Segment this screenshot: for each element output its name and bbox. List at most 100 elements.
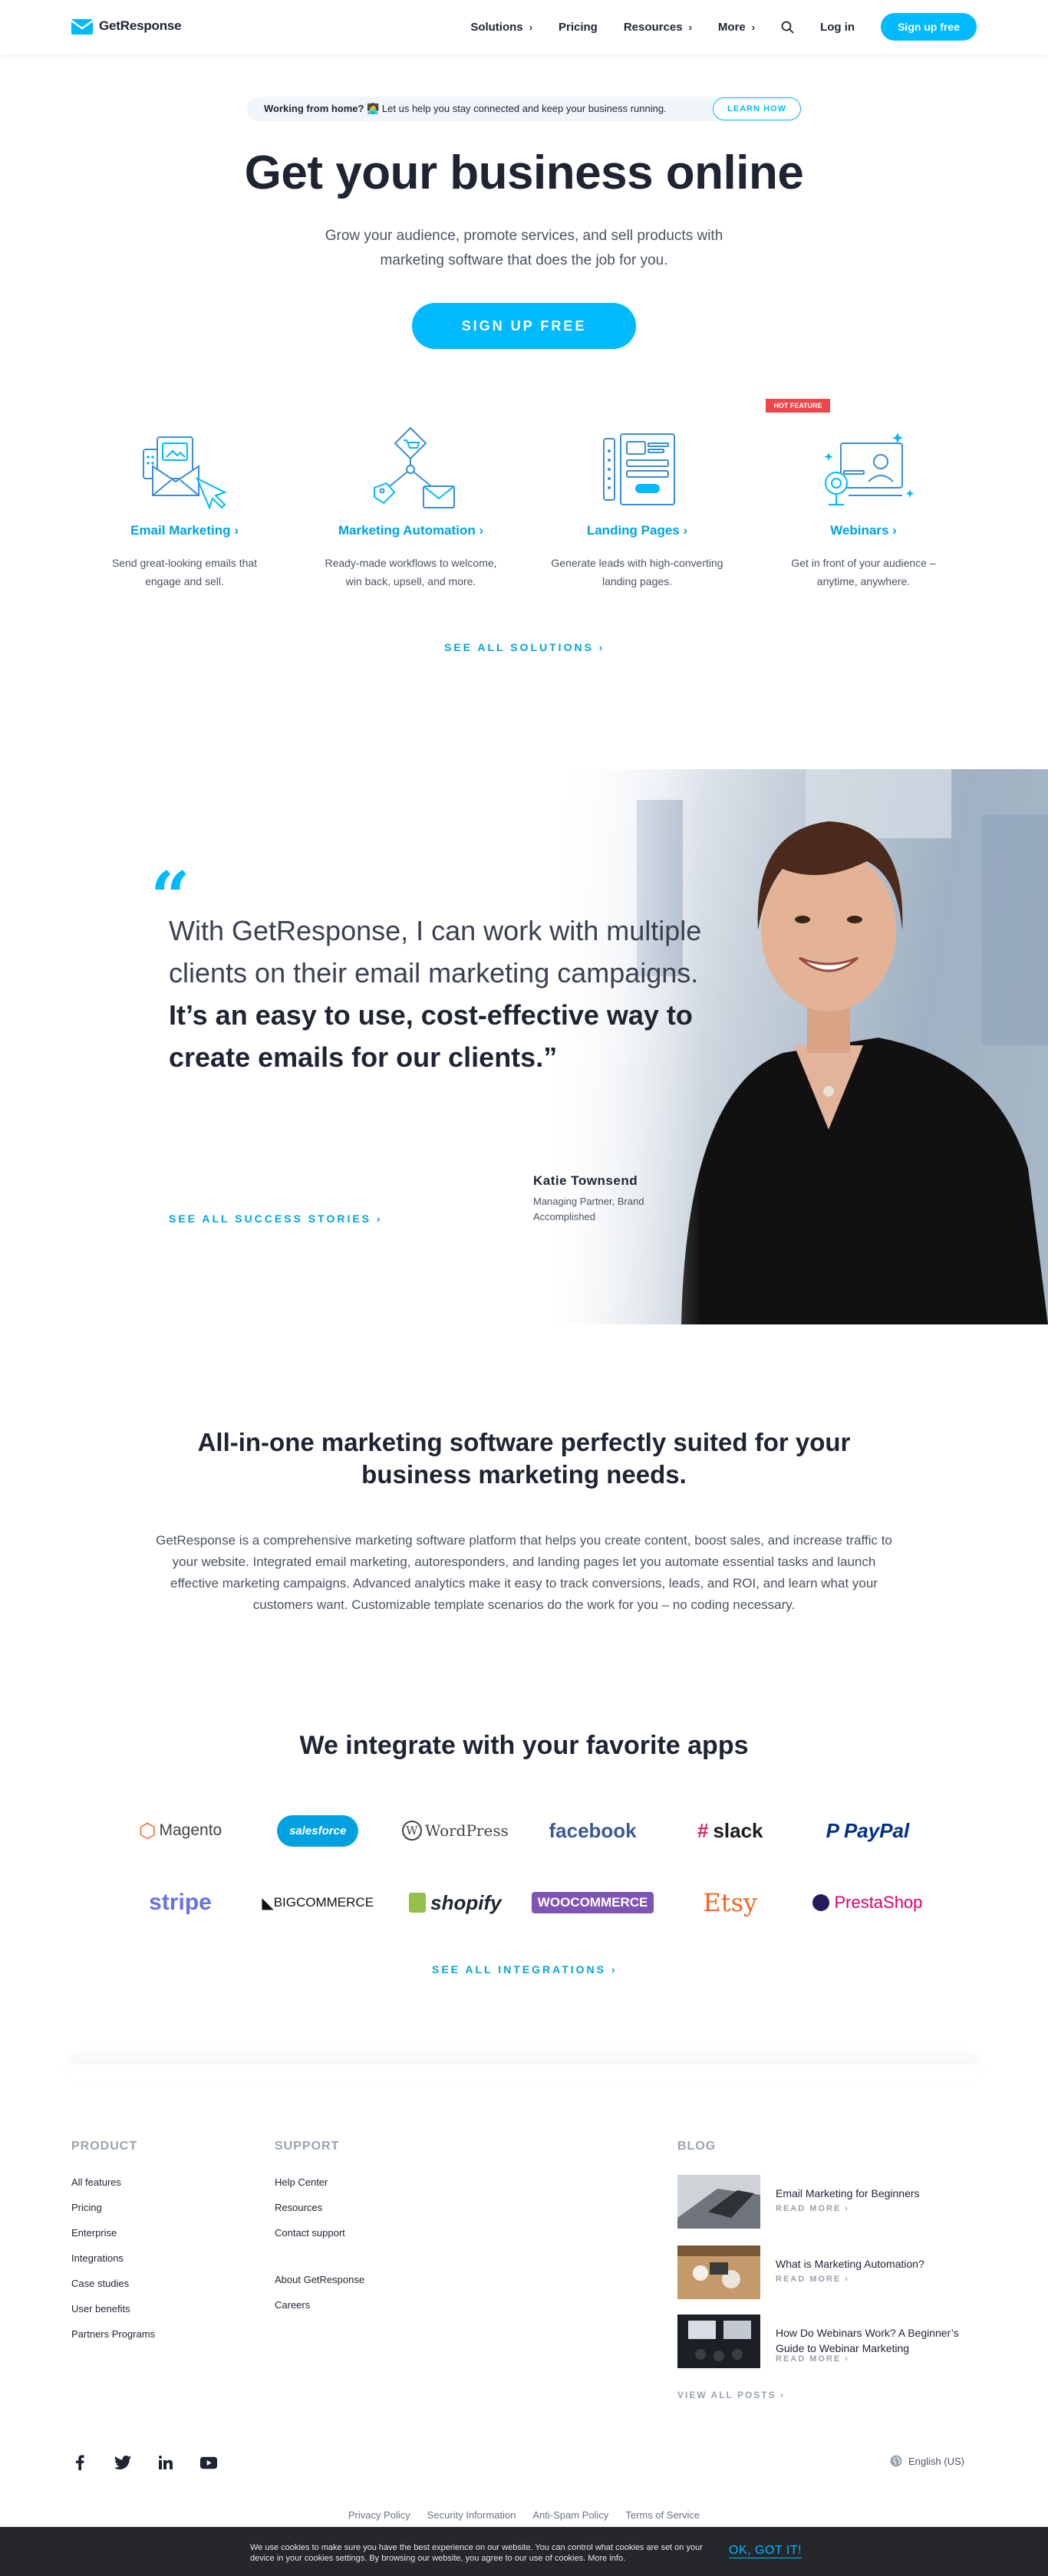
- aio-body: GetResponse is a comprehensive marketing…: [156, 1533, 892, 1612]
- woocommerce-logo[interactable]: WOOCOMMERCE: [531, 1883, 654, 1922]
- blog-post[interactable]: What is Marketing Automation? READ MORE …: [677, 2245, 984, 2299]
- feature-title[interactable]: Webinars ›: [750, 523, 977, 538]
- bigcommerce-logo[interactable]: ◣ BIGCOMMERCE: [260, 1883, 375, 1922]
- read-more-link[interactable]: READ MORE ›: [776, 2275, 849, 2284]
- anti-spam-policy-link[interactable]: Anti-Spam Policy: [532, 2509, 608, 2521]
- facebook-icon[interactable]: [71, 2454, 88, 2471]
- blog-post-title[interactable]: How Do Webinars Work? A Beginner’s Guide…: [776, 2325, 983, 2356]
- footer-support-heading: SUPPORT: [275, 2140, 340, 2153]
- integrations-row-2: stripe ◣ BIGCOMMERCE shopify WOOCOMMERCE…: [123, 1883, 925, 1922]
- blog-post[interactable]: How Do Webinars Work? A Beginner’s Guide…: [677, 2314, 984, 2368]
- read-more-link[interactable]: READ MORE ›: [776, 2204, 849, 2213]
- linkedin-icon[interactable]: [157, 2454, 174, 2471]
- footer-link[interactable]: Help Center: [275, 2175, 345, 2200]
- author-name: Katie Townsend: [533, 1173, 638, 1188]
- aio-title: All-in-one marketing software perfectly …: [197, 1428, 851, 1489]
- chevron-right-icon: ›: [751, 21, 756, 33]
- slack-logo[interactable]: # slack: [673, 1811, 788, 1850]
- facebook-logo[interactable]: facebook: [536, 1811, 651, 1850]
- feature-desc: Generate leads with high-converting land…: [551, 557, 723, 587]
- logo[interactable]: GetResponse: [71, 18, 182, 35]
- see-all-integrations-link[interactable]: SEE ALL INTEGRATIONS ›: [432, 1963, 618, 1976]
- email-marketing-illustration: [143, 436, 227, 510]
- nav-resources[interactable]: Resources ›: [624, 21, 692, 34]
- laptop-person-emoji-icon: 👩‍💻: [367, 103, 380, 114]
- blog-post-title[interactable]: Email Marketing for Beginners: [776, 2186, 983, 2201]
- integrations-title: We integrate with your favorite apps: [299, 1731, 749, 1760]
- author-role: Managing Partner, Brand Accomplished: [533, 1196, 644, 1222]
- learn-how-button[interactable]: LEARN HOW: [713, 97, 801, 120]
- prestashop-logo[interactable]: PrestaShop: [810, 1883, 925, 1922]
- stripe-logo[interactable]: stripe: [123, 1883, 238, 1922]
- feature-desc: Get in front of your audience – anytime,…: [791, 557, 936, 587]
- language-selector[interactable]: English (US): [890, 2455, 964, 2467]
- footer-link[interactable]: Pricing: [71, 2200, 155, 2226]
- etsy-logo[interactable]: Etsy: [673, 1883, 788, 1922]
- footer-link[interactable]: Contact support: [275, 2226, 345, 2251]
- salesforce-logo[interactable]: salesforce: [260, 1811, 375, 1850]
- landing-pages-illustration: [603, 433, 675, 505]
- youtube-icon[interactable]: [200, 2454, 217, 2471]
- login-link[interactable]: Log in: [820, 21, 855, 34]
- twitter-icon[interactable]: [114, 2454, 131, 2471]
- shopify-logo[interactable]: shopify: [397, 1883, 512, 1922]
- footer-link[interactable]: Resources: [275, 2200, 345, 2226]
- footer-company-links: About GetResponse Careers: [275, 2272, 364, 2323]
- search-icon[interactable]: [781, 21, 794, 34]
- blog-thumbnail-image: [677, 2175, 760, 2229]
- feature-title[interactable]: Marketing Automation ›: [298, 523, 524, 538]
- footer-link[interactable]: User benefits: [71, 2301, 155, 2327]
- nav-pricing[interactable]: Pricing: [559, 21, 598, 34]
- marketing-automation-illustration: [374, 426, 455, 508]
- footer-blog-heading: BLOG: [677, 2140, 717, 2153]
- blog-thumbnail-image: [677, 2314, 760, 2368]
- see-all-success-stories-link[interactable]: SEE ALL SUCCESS STORIES ›: [169, 1212, 383, 1225]
- blog-post-title[interactable]: What is Marketing Automation?: [776, 2256, 983, 2272]
- footer-link[interactable]: Integrations: [71, 2251, 155, 2276]
- feature-landing-pages[interactable]: Landing Pages › Generate leads with high…: [524, 399, 750, 598]
- blog-thumbnail-image: [677, 2245, 760, 2299]
- feature-marketing-automation[interactable]: Marketing Automation › Ready-made workfl…: [298, 399, 524, 598]
- testimonial-quote: With GetResponse, I can work with multip…: [169, 915, 702, 1073]
- magento-logo[interactable]: ⬡ Magento: [123, 1811, 238, 1850]
- nav-more[interactable]: More ›: [718, 21, 755, 34]
- feature-email-marketing[interactable]: Email Marketing › Send great-looking ema…: [71, 399, 298, 598]
- security-information-link[interactable]: Security Information: [427, 2509, 516, 2521]
- logo-text: GetResponse: [99, 18, 182, 33]
- footer-support-links: Help Center Resources Contact support: [275, 2175, 345, 2251]
- nav-solutions[interactable]: Solutions ›: [470, 21, 532, 34]
- wordpress-logo[interactable]: W WordPress: [397, 1811, 512, 1850]
- terms-of-service-link[interactable]: Terms of Service: [625, 2509, 700, 2521]
- feature-webinars[interactable]: Webinars › Get in front of your audience…: [750, 399, 977, 598]
- cookie-accept-button[interactable]: OK, GOT IT!: [729, 2544, 802, 2558]
- read-more-link[interactable]: READ MORE ›: [776, 2354, 849, 2364]
- paypal-logo[interactable]: P PayPal: [810, 1811, 925, 1850]
- integrations-row-1: ⬡ Magento salesforce W WordPress faceboo…: [123, 1811, 925, 1850]
- globe-icon: [890, 2455, 902, 2467]
- feature-title[interactable]: Landing Pages ›: [524, 523, 750, 538]
- footer-link[interactable]: Case studies: [71, 2276, 155, 2301]
- footer-link[interactable]: About GetResponse: [275, 2272, 364, 2298]
- blog-post[interactable]: Email Marketing for Beginners READ MORE …: [677, 2175, 984, 2229]
- site-header: GetResponse Solutions › Pricing Resources…: [0, 0, 1048, 54]
- footer-product-heading: PRODUCT: [71, 2140, 138, 2153]
- footer-link[interactable]: Careers: [275, 2298, 364, 2323]
- feature-title[interactable]: Email Marketing ›: [71, 523, 298, 538]
- footer-link[interactable]: Enterprise: [71, 2226, 155, 2251]
- chevron-right-icon: ›: [529, 21, 532, 33]
- view-all-posts-link[interactable]: VIEW ALL POSTS ›: [677, 2390, 785, 2400]
- footer-divider: [71, 2064, 977, 2080]
- hero-subtitle: Grow your audience, promote services, an…: [325, 228, 723, 268]
- sign-up-free-button[interactable]: SIGN UP FREE: [412, 303, 636, 349]
- shopify-bag-icon: [409, 1893, 427, 1913]
- chevron-right-icon: ›: [688, 21, 692, 33]
- see-all-solutions-link[interactable]: SEE ALL SOLUTIONS ›: [444, 641, 605, 653]
- legal-links: Privacy Policy Security Information Anti…: [0, 2509, 1048, 2521]
- footer-link[interactable]: All features: [71, 2175, 155, 2200]
- features: Email Marketing › Send great-looking ema…: [71, 399, 977, 598]
- slack-icon: #: [697, 1818, 709, 1842]
- footer-link[interactable]: Partners Programs: [71, 2327, 155, 2352]
- signup-button[interactable]: Sign up free: [881, 13, 977, 41]
- privacy-policy-link[interactable]: Privacy Policy: [348, 2509, 410, 2521]
- bigcommerce-icon: ◣: [262, 1894, 274, 1912]
